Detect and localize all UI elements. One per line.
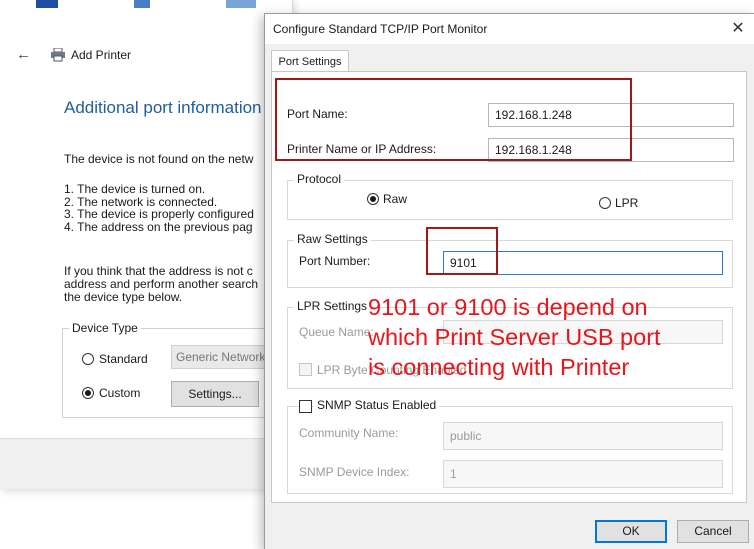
lpr-settings-legend: LPR Settings	[294, 299, 371, 313]
raw-label: Raw	[383, 192, 408, 206]
protocol-legend: Protocol	[294, 172, 345, 186]
port-number-input[interactable]: 9101	[443, 251, 723, 275]
snmp-device-index-input[interactable]: 1	[443, 460, 723, 488]
standard-label: Standard	[99, 352, 148, 366]
community-name-input[interactable]: public	[443, 422, 723, 450]
lpr-label: LPR	[615, 196, 639, 210]
back-arrow-icon[interactable]: ←	[16, 46, 31, 63]
settings-button[interactable]: Settings...	[171, 381, 259, 407]
custom-radio[interactable]	[82, 387, 94, 399]
annotation-line: is connecting with Printer	[368, 354, 630, 380]
wizard-title: Add Printer	[71, 48, 132, 62]
printer-icon	[50, 47, 66, 62]
annotation-text: 9101 or 9100 is depend on which Print Se…	[368, 292, 738, 382]
port-name-input[interactable]: 192.168.1.248	[488, 103, 734, 127]
protocol-group: Protocol Raw LPR	[287, 172, 733, 220]
not-found-message: The device is not found on the netw	[64, 152, 254, 166]
add-printer-wizard: ← Add Printer Additional port informatio…	[0, 0, 296, 489]
annotation-line: which Print Server USB port	[368, 324, 661, 350]
queue-name-label: Queue Name:	[299, 325, 374, 339]
taskbar-fragment	[36, 0, 58, 8]
checklist: 1. The device is turned on. 2. The netwo…	[64, 183, 254, 233]
taskbar-fragment	[134, 0, 150, 8]
printer-name-label: Printer Name or IP Address:	[287, 142, 437, 156]
port-number-label: Port Number:	[299, 254, 371, 268]
ok-button[interactable]: OK	[595, 520, 667, 543]
custom-label: Custom	[99, 386, 141, 400]
close-icon[interactable]: ✕	[727, 18, 749, 40]
help-text: If you think that the address is not c a…	[64, 265, 258, 304]
tab-port-settings[interactable]: Port Settings	[271, 50, 349, 72]
checklist-item: 3. The device is properly configured	[64, 207, 254, 221]
help-line: the device type below.	[64, 290, 183, 304]
device-type-legend: Device Type	[69, 321, 141, 335]
tcpip-port-monitor-dialog: Configure Standard TCP/IP Port Monitor ✕…	[264, 13, 754, 549]
port-name-label: Port Name:	[287, 107, 348, 121]
raw-radio[interactable]	[367, 193, 379, 205]
raw-settings-group: Raw Settings Port Number: 9101	[287, 232, 733, 288]
raw-settings-legend: Raw Settings	[294, 232, 371, 246]
lpr-byte-counting-checkbox[interactable]	[299, 363, 312, 376]
checklist-item: 4. The address on the previous pag	[64, 219, 253, 234]
community-name-label: Community Name:	[299, 426, 399, 440]
taskbar-fragment	[226, 0, 256, 8]
standard-radio[interactable]	[82, 353, 94, 365]
window-top-edge	[0, 0, 292, 10]
page-heading: Additional port information r	[64, 98, 272, 117]
device-type-group: Device Type Standard Generic Network Cus…	[62, 321, 296, 418]
annotation-line: 9101 or 9100 is depend on	[368, 294, 648, 320]
snmp-status-checkbox[interactable]	[299, 400, 312, 413]
snmp-status-label: SNMP Status Enabled	[314, 398, 440, 412]
snmp-group: SNMP Status Enabled Community Name: publ…	[287, 398, 733, 494]
cancel-button[interactable]: Cancel	[677, 520, 749, 543]
printer-ip-input[interactable]: 192.168.1.248	[488, 138, 734, 162]
snmp-device-index-label: SNMP Device Index:	[299, 465, 410, 479]
dialog-titlebar: Configure Standard TCP/IP Port Monitor ✕	[265, 14, 754, 44]
dialog-title: Configure Standard TCP/IP Port Monitor	[273, 22, 488, 36]
wizard-footer	[0, 438, 292, 489]
checklist-item: 1. The device is turned on.	[64, 182, 206, 196]
port-settings-panel: Port Name: 192.168.1.248 Printer Name or…	[271, 71, 747, 503]
lpr-radio[interactable]	[599, 197, 611, 209]
